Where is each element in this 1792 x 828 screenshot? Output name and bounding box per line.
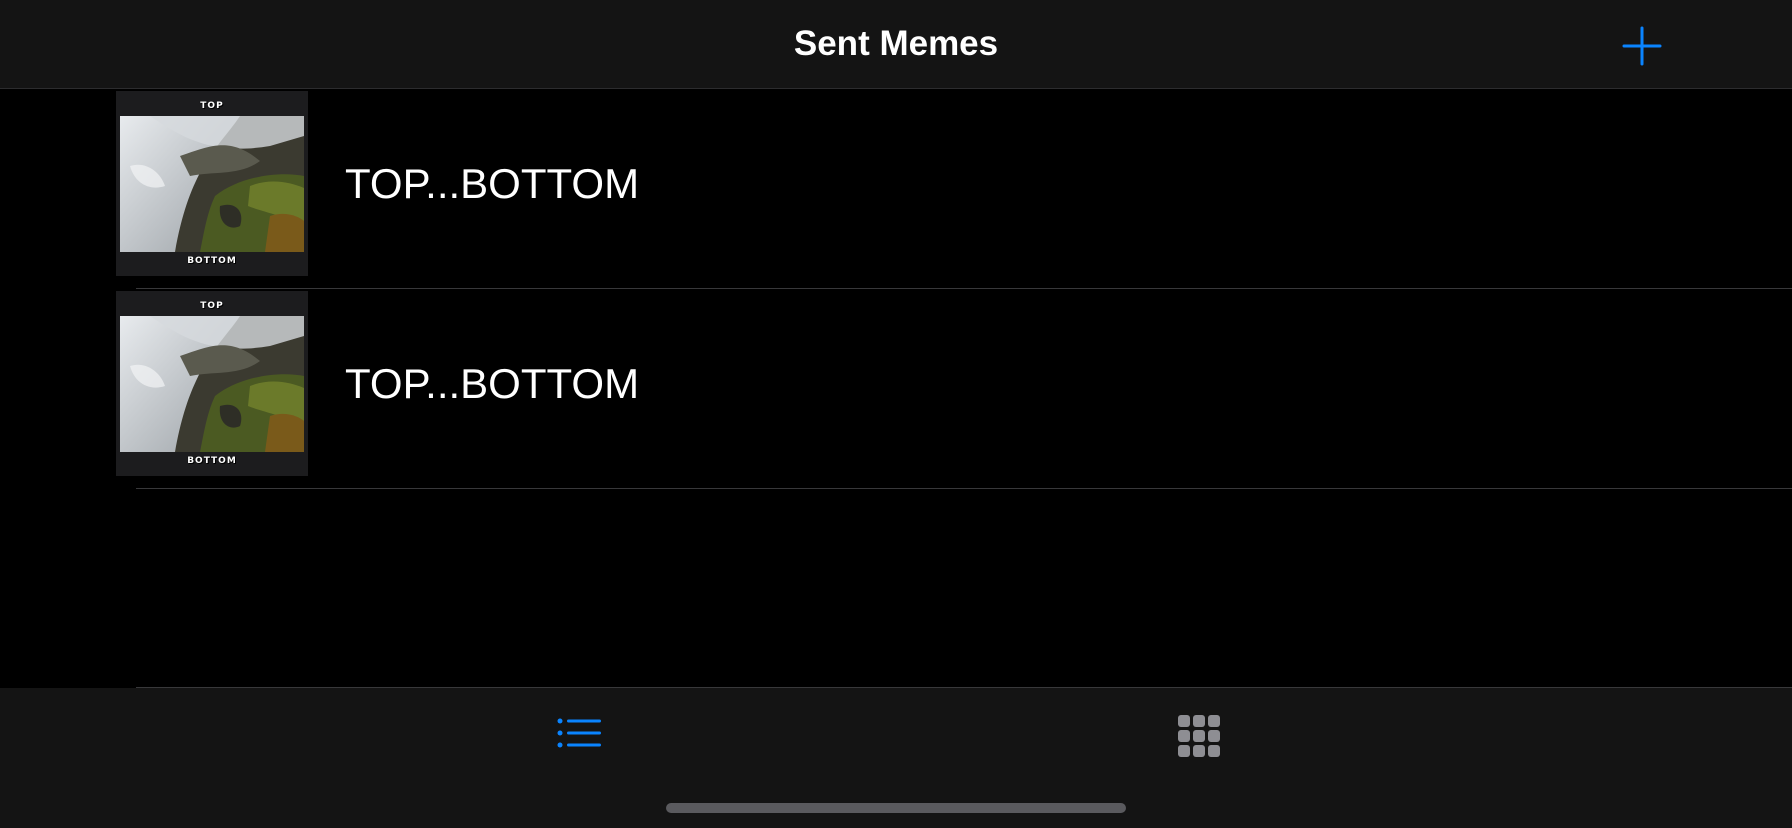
waterfall-rocks-image	[120, 316, 304, 452]
memes-table: TOP BOTTOM TOP...BOTTOM TOP BOTTOM TOP..…	[0, 89, 1792, 489]
meme-title: TOP...BOTTOM	[345, 360, 640, 407]
meme-top-text: TOP	[200, 301, 224, 311]
navigation-bar: Sent Memes	[0, 0, 1792, 89]
meme-top-text: TOP	[200, 101, 224, 111]
tab-bar	[0, 688, 1792, 828]
home-indicator[interactable]	[666, 803, 1126, 813]
row-separator	[136, 488, 1792, 489]
plus-icon	[1622, 26, 1662, 66]
table-row[interactable]: TOP BOTTOM TOP...BOTTOM	[0, 289, 1792, 489]
add-meme-button[interactable]	[1618, 22, 1666, 70]
sent-memes-screen: Sent Memes TOP BOTTOM TOP...BOTTOM TOP B…	[0, 0, 1792, 828]
list-icon	[557, 718, 601, 748]
meme-thumbnail: TOP BOTTOM	[116, 91, 308, 276]
meme-title: TOP...BOTTOM	[345, 160, 640, 207]
meme-thumbnail: TOP BOTTOM	[116, 291, 308, 476]
tab-list[interactable]	[555, 712, 603, 760]
tab-grid[interactable]	[1175, 712, 1223, 760]
meme-bottom-text: BOTTOM	[187, 256, 237, 266]
page-title: Sent Memes	[793, 24, 999, 63]
waterfall-rocks-image	[120, 116, 304, 252]
meme-bottom-text: BOTTOM	[187, 456, 237, 466]
table-row[interactable]: TOP BOTTOM TOP...BOTTOM	[0, 89, 1792, 289]
grid-icon	[1178, 715, 1220, 757]
